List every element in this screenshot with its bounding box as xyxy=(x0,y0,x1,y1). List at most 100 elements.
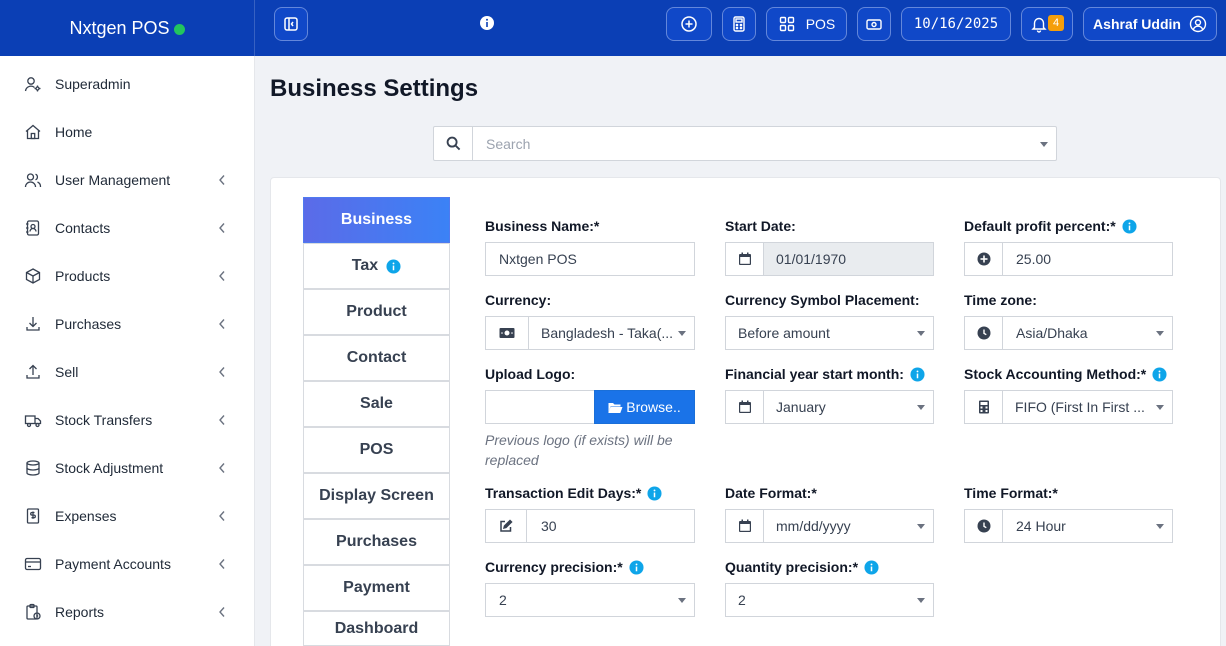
user-menu-button[interactable]: Ashraf Uddin xyxy=(1083,7,1217,41)
tab-dashboard[interactable]: Dashboard xyxy=(303,611,450,646)
info-icon[interactable] xyxy=(479,15,495,31)
sidebar-item-label: Home xyxy=(55,124,93,140)
sidebar-item-label: Contacts xyxy=(55,220,111,236)
chevron-left-icon xyxy=(219,463,225,473)
currency-select[interactable]: Bangladesh - Taka(... xyxy=(485,316,695,350)
info-icon[interactable] xyxy=(910,366,925,382)
symbol-placement-value: Before amount xyxy=(738,325,830,341)
sidebar-item-stock-adjustment[interactable]: Stock Adjustment xyxy=(0,446,255,490)
sidebar-item-label: Stock Adjustment xyxy=(55,460,164,476)
time-format-select[interactable]: 24 Hour xyxy=(964,509,1173,543)
currency-value: Bangladesh - Taka(... xyxy=(541,325,674,341)
caret-down-icon xyxy=(678,598,686,603)
sidebar-item-sell[interactable]: Sell xyxy=(0,350,255,394)
time-zone-select[interactable]: Asia/Dhaka xyxy=(964,316,1173,350)
time-format-value: 24 Hour xyxy=(1016,518,1066,534)
clock-icon xyxy=(977,326,990,340)
fy-start-month-label: Financial year start month: xyxy=(725,366,925,382)
top-navbar: Nxtgen POS POS 10/16/2025 4 Ashraf Uddin xyxy=(0,0,1226,56)
tab-purchases[interactable]: Purchases xyxy=(303,519,450,565)
info-icon[interactable] xyxy=(864,559,879,575)
tab-payment[interactable]: Payment xyxy=(303,565,450,611)
start-date-input[interactable]: 01/01/1970 xyxy=(725,242,934,276)
stock-method-select[interactable]: FIFO (First In First ... xyxy=(964,390,1173,424)
profit-percent-input[interactable]: 25.00 xyxy=(964,242,1173,276)
fy-start-month-select[interactable]: January xyxy=(725,390,934,424)
money-bill-icon xyxy=(499,328,515,338)
folder-open-icon xyxy=(608,402,623,413)
pos-button[interactable]: POS xyxy=(766,7,847,41)
sidebar-item-stock-transfers[interactable]: Stock Transfers xyxy=(0,398,255,442)
calendar-icon xyxy=(738,400,751,413)
sidebar-item-label: Reports xyxy=(55,604,105,620)
tab-tax[interactable]: Tax xyxy=(303,243,450,289)
truck-icon xyxy=(24,415,42,428)
add-button[interactable] xyxy=(666,7,712,41)
edit-days-value: 30 xyxy=(541,518,557,534)
tab-label: POS xyxy=(359,441,394,458)
quantity-precision-label: Quantity precision:* xyxy=(725,559,879,575)
start-date-value: 01/01/1970 xyxy=(776,251,847,267)
tab-label: Product xyxy=(346,303,407,320)
toggle-sidebar-button[interactable] xyxy=(274,7,308,41)
sidebar-item-reports[interactable]: Reports xyxy=(0,590,255,634)
date-format-select[interactable]: mm/dd/yyyy xyxy=(725,509,934,543)
tab-business[interactable]: Business xyxy=(303,197,450,243)
calendar-addon xyxy=(726,243,764,275)
date-format-value: mm/dd/yyyy xyxy=(776,518,851,534)
tab-pos[interactable]: POS xyxy=(303,427,450,473)
tab-contact[interactable]: Contact xyxy=(303,335,450,381)
brand[interactable]: Nxtgen POS xyxy=(0,0,255,56)
calculator-icon xyxy=(978,400,989,414)
sidebar-item-superadmin[interactable]: Superadmin xyxy=(0,62,255,106)
tab-label: Purchases xyxy=(336,533,417,550)
chevron-left-icon xyxy=(219,559,225,569)
sidebar-toggle-icon xyxy=(284,17,298,31)
cash-register-button[interactable] xyxy=(857,7,891,41)
symbol-placement-select[interactable]: Before amount xyxy=(725,316,934,350)
caret-down-icon xyxy=(1156,524,1164,529)
tab-product[interactable]: Product xyxy=(303,289,450,335)
currency-precision-value: 2 xyxy=(499,592,507,608)
browse-button[interactable]: Browse.. xyxy=(594,390,695,424)
currency-precision-label: Currency precision:* xyxy=(485,559,644,575)
brand-name: Nxtgen POS xyxy=(69,17,170,38)
settings-search-select[interactable]: Search xyxy=(433,126,1057,161)
calculator-button[interactable] xyxy=(722,7,756,41)
current-date: 10/16/2025 xyxy=(901,7,1011,41)
clock-addon xyxy=(965,317,1003,349)
logo-help-text: Previous logo (if exists) will be replac… xyxy=(485,432,673,468)
notifications-button[interactable]: 4 xyxy=(1021,7,1073,41)
sidebar-item-label: Payment Accounts xyxy=(55,556,171,572)
info-icon[interactable] xyxy=(1122,218,1137,234)
edit-addon xyxy=(486,510,527,542)
info-icon[interactable] xyxy=(647,485,662,501)
tab-label: Tax xyxy=(351,257,379,274)
info-icon[interactable] xyxy=(386,258,401,274)
sidebar-item-payment-accounts[interactable]: Payment Accounts xyxy=(0,542,255,586)
sidebar-item-products[interactable]: Products xyxy=(0,254,255,298)
quantity-precision-select[interactable]: 2 xyxy=(725,583,934,617)
tab-sale[interactable]: Sale xyxy=(303,381,450,427)
search-placeholder: Search xyxy=(486,136,531,152)
business-name-input[interactable]: Nxtgen POS xyxy=(485,242,695,276)
tab-display-screen[interactable]: Display Screen xyxy=(303,473,450,519)
caret-down-icon xyxy=(917,524,925,529)
sidebar-item-purchases[interactable]: Purchases xyxy=(0,302,255,346)
sidebar-item-user-management[interactable]: User Management xyxy=(0,158,255,202)
info-icon[interactable] xyxy=(629,559,644,575)
sidebar: Superadmin Home User Management Contacts… xyxy=(0,56,255,646)
logo-file-input[interactable] xyxy=(485,390,595,424)
money-addon xyxy=(486,317,529,349)
chevron-left-icon xyxy=(219,415,225,425)
sidebar-item-expenses[interactable]: Expenses xyxy=(0,494,255,538)
edit-days-input[interactable]: 30 xyxy=(485,509,695,543)
tab-label: Sale xyxy=(360,395,393,412)
sidebar-item-contacts[interactable]: Contacts xyxy=(0,206,255,250)
info-icon[interactable] xyxy=(1152,366,1167,382)
grid-icon xyxy=(779,16,794,32)
time-zone-label: Time zone: xyxy=(964,292,1037,308)
chevron-left-icon xyxy=(219,607,225,617)
currency-precision-select[interactable]: 2 xyxy=(485,583,695,617)
sidebar-item-home[interactable]: Home xyxy=(0,110,255,154)
